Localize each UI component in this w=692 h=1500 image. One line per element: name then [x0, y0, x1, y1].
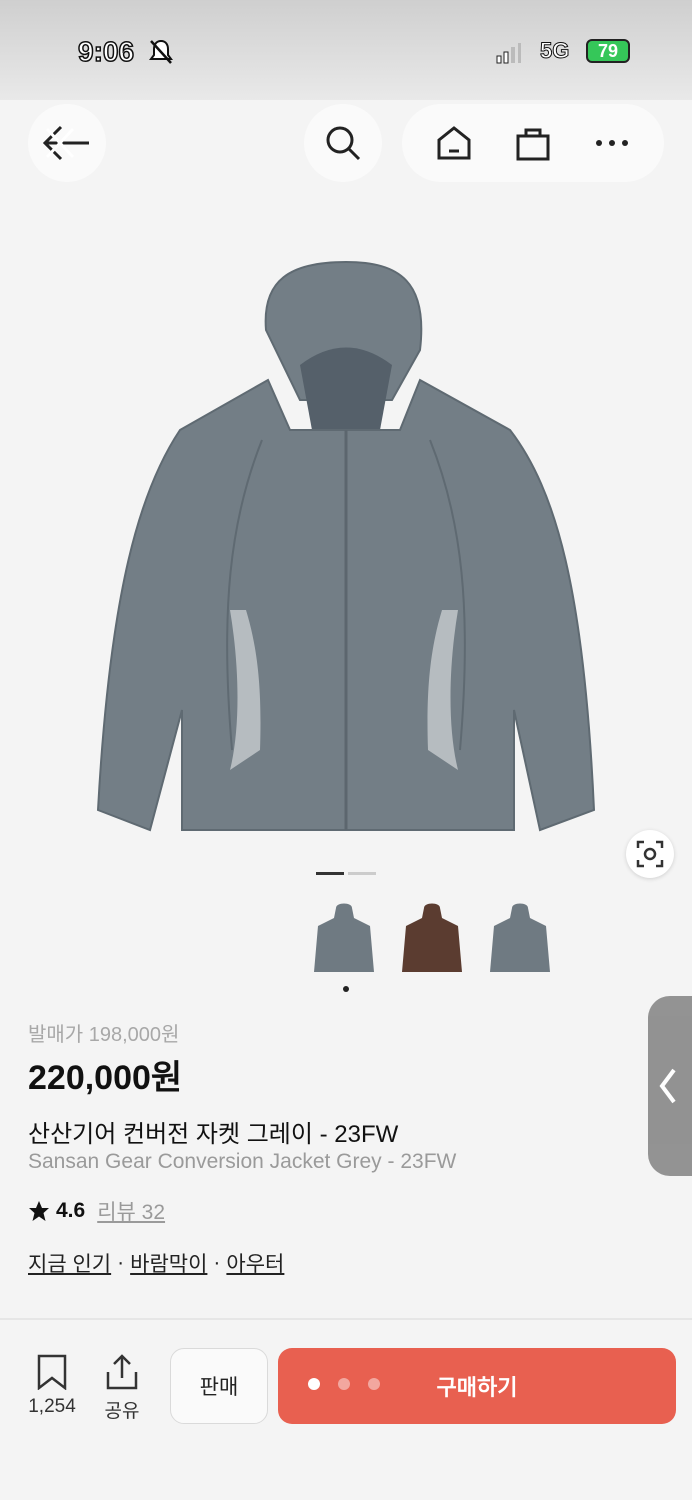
jacket-illustration — [96, 260, 596, 832]
thumbnail-jacket — [402, 903, 462, 972]
more-button[interactable] — [582, 113, 642, 173]
shopping-bag-icon — [516, 128, 550, 161]
hood-opening — [300, 347, 392, 430]
sell-button[interactable]: 판매 — [170, 1348, 268, 1424]
image-search-button[interactable] — [626, 830, 674, 878]
thumbnail-grey[interactable] — [310, 900, 378, 980]
product-title-ko: 산산기어 컨버전 자켓 그레이 - 23FW — [28, 1121, 399, 1148]
status-time: 9:06 — [77, 35, 135, 68]
thumbnail-jacket — [490, 903, 550, 972]
home-icon — [437, 126, 471, 160]
lens-icon — [636, 840, 664, 868]
price: 220,000원 — [28, 1059, 183, 1097]
product-title-en: Sansan Gear Conversion Jacket Grey - 23F… — [28, 1150, 457, 1173]
product-image[interactable] — [0, 190, 692, 860]
share-label: 공유 — [104, 1401, 140, 1422]
cart-button[interactable] — [503, 113, 563, 173]
thumbnail-grey-alt[interactable] — [486, 900, 554, 980]
loading-dot — [338, 1378, 350, 1390]
share-icon — [106, 1354, 138, 1390]
share-button[interactable]: 공유 — [92, 1354, 152, 1423]
search-icon — [326, 126, 361, 161]
side-panel-handle[interactable] — [648, 996, 692, 1176]
star-icon — [29, 1201, 49, 1221]
chevron-left-icon — [659, 1068, 676, 1104]
rating: 4.6 리뷰 32 — [28, 1196, 165, 1226]
divider — [0, 1318, 692, 1320]
thumbnail-selected-dot — [343, 986, 349, 992]
search-button[interactable] — [304, 104, 382, 182]
tag-outer[interactable]: 아우터 — [226, 1248, 284, 1278]
nav-action-group — [402, 104, 664, 182]
back-button[interactable] — [28, 104, 106, 182]
tag-popular[interactable]: 지금 인기 — [28, 1248, 111, 1278]
bookmark-icon — [37, 1354, 67, 1390]
thumbnail-jacket — [314, 903, 374, 972]
category-tags: 지금 인기 · 바람막이 · 아우터 — [28, 1248, 284, 1278]
battery-indicator: 79 — [586, 39, 630, 63]
loading-dot — [368, 1378, 380, 1390]
more-icon — [596, 140, 629, 146]
back-arrow-icon — [42, 125, 89, 161]
pager-segment-active — [316, 872, 344, 875]
tag-windbreaker[interactable]: 바람막이 — [130, 1248, 207, 1278]
signal-icon — [496, 43, 521, 64]
release-price: 발매가 198,000원 — [28, 1024, 180, 1046]
loading-dot — [308, 1378, 320, 1390]
color-thumbnails — [310, 900, 554, 980]
buy-loading-dots — [308, 1378, 380, 1390]
bell-muted-icon — [149, 39, 173, 64]
reviews-link[interactable]: 리뷰 32 — [97, 1196, 165, 1226]
image-pager — [316, 872, 376, 876]
tag-separator: · — [117, 1251, 125, 1274]
wishlist-count: 1,254 — [28, 1396, 76, 1417]
wishlist-button[interactable]: 1,254 — [22, 1354, 82, 1418]
network-label: 5G — [539, 38, 570, 64]
tag-separator: · — [213, 1251, 221, 1274]
thumbnail-brown[interactable] — [398, 900, 466, 980]
rating-score: 4.6 — [56, 1199, 86, 1222]
pager-segment — [348, 872, 376, 875]
status-bar: 9:06 5G 79 — [0, 0, 692, 100]
home-button[interactable] — [424, 113, 484, 173]
